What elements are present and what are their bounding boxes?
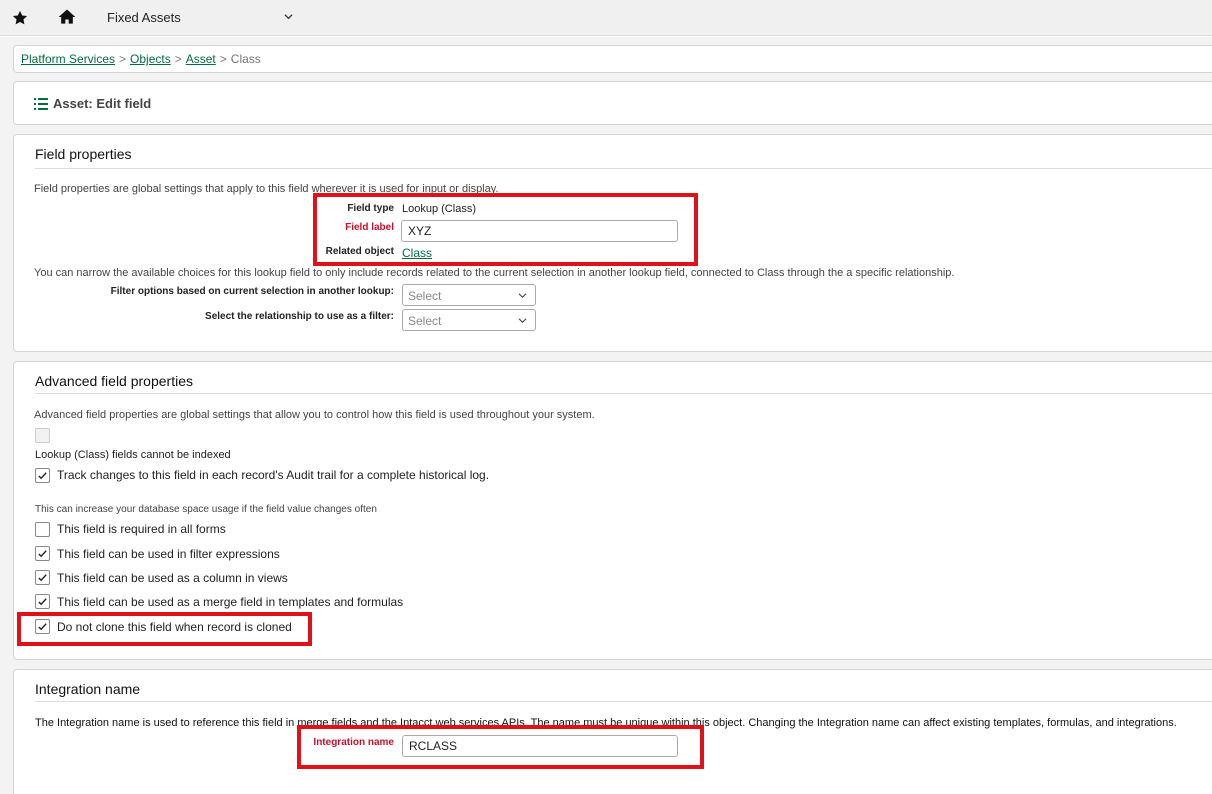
merge-field-label[interactable]: This field can be used as a merge field … [57,595,403,609]
filter-options-select[interactable]: Select [402,284,536,306]
breadcrumb-separator: > [219,52,227,66]
page-title: Asset: Edit field [53,96,152,111]
highlight-box-do-not-clone [17,612,312,646]
filter-expressions-label[interactable]: This field can be used in filter express… [57,547,280,561]
breadcrumb: Platform Services > Objects > Asset > Class [13,45,1212,73]
highlight-box-integration-name [297,725,704,769]
breadcrumb-platform-services[interactable]: Platform Services [21,52,115,66]
section-title: Advanced field properties [35,373,193,389]
highlight-box-field-properties [313,193,698,266]
chevron-down-icon [518,318,527,324]
home-icon[interactable] [57,7,77,27]
breadcrumb-asset[interactable]: Asset [186,52,216,66]
breadcrumb-objects[interactable]: Objects [130,52,171,66]
select-placeholder: Select [408,314,442,328]
page-header: Asset: Edit field [13,81,1212,125]
breadcrumb-current: Class [230,52,261,66]
section-title: Field properties [35,146,132,162]
database-note: This can increase your database space us… [35,504,377,515]
select-placeholder: Select [408,289,442,303]
breadcrumb-separator: > [119,52,127,66]
track-changes-label[interactable]: Track changes to this field in each reco… [57,468,489,482]
filter-options-label: Filter options based on current selectio… [110,286,394,297]
checkmark-icon [38,598,47,606]
divider [35,393,1212,394]
required-label[interactable]: This field is required in all forms [57,522,226,536]
required-checkbox[interactable] [35,522,50,537]
index-note: Lookup (Class) fields cannot be indexed [35,449,231,461]
checkmark-icon [38,574,47,582]
relationship-filter-label: Select the relationship to use as a filt… [205,311,394,322]
narrow-description: You can narrow the available choices for… [34,267,955,279]
chevron-down-icon[interactable] [284,12,293,21]
checkmark-icon [38,472,47,480]
divider [35,701,1212,702]
section-description: Advanced field properties are global set… [34,409,595,421]
app-title[interactable]: Fixed Assets [107,10,181,25]
divider [35,168,1212,169]
chevron-down-icon [518,293,527,299]
column-in-views-label[interactable]: This field can be used as a column in vi… [57,571,288,585]
track-changes-checkbox[interactable] [35,468,50,483]
merge-field-checkbox[interactable] [35,594,50,609]
breadcrumb-separator: > [174,52,182,66]
relationship-filter-select[interactable]: Select [402,309,536,331]
column-in-views-checkbox[interactable] [35,570,50,585]
section-title: Integration name [35,681,141,697]
filter-expressions-checkbox[interactable] [35,546,50,561]
checkmark-icon [38,550,47,558]
top-bar: Fixed Assets [0,0,1212,36]
star-icon[interactable] [11,9,29,27]
list-icon [34,98,48,110]
index-checkbox [35,428,50,443]
